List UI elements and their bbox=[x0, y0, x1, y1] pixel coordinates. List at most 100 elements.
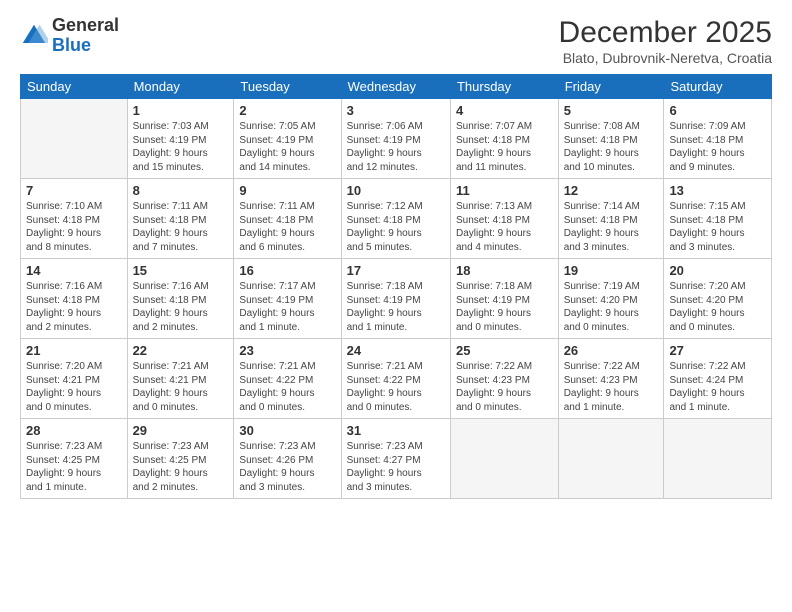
calendar-cell: 16Sunrise: 7:17 AMSunset: 4:19 PMDayligh… bbox=[234, 259, 341, 339]
day-header-monday: Monday bbox=[127, 75, 234, 99]
daylight-text: Daylight: 9 hoursand 3 minutes. bbox=[239, 468, 314, 493]
sunrise-text: Sunrise: 7:20 AM bbox=[26, 361, 102, 372]
sunrise-text: Sunrise: 7:23 AM bbox=[133, 441, 209, 452]
calendar-cell: 11 Sunrise: 7:13 AMSunset: 4:18 PMDayligh… bbox=[450, 179, 558, 259]
day-info: Sunrise: 7:23 AMSunset: 4:26 PMDaylight:… bbox=[239, 440, 335, 494]
sunrise-text: Sunrise: 7:06 AM bbox=[347, 121, 423, 132]
day-number: 28 bbox=[26, 423, 122, 438]
day-number: 12 bbox=[564, 183, 659, 198]
daylight-text: Daylight: 9 hoursand 0 minutes. bbox=[26, 388, 101, 413]
logo: General Blue bbox=[20, 16, 119, 56]
daylight-text: Daylight: 9 hoursand 5 minutes. bbox=[347, 228, 422, 253]
sunrise-text: Sunrise: 7:18 AM bbox=[347, 281, 423, 292]
sunrise-text: Sunrise: 7:12 AM bbox=[347, 201, 423, 212]
sunset-text: Sunset: 4:23 PM bbox=[564, 375, 638, 386]
day-number: 29 bbox=[133, 423, 229, 438]
calendar-cell bbox=[664, 419, 772, 499]
day-info: Sunrise: 7:16 AMSunset: 4:18 PMDaylight:… bbox=[26, 280, 122, 334]
month-title: December 2025 bbox=[559, 16, 772, 50]
daylight-text: Daylight: 9 hoursand 10 minutes. bbox=[564, 148, 639, 173]
sunrise-text: Sunrise: 7:23 AM bbox=[239, 441, 315, 452]
logo-general: General bbox=[52, 16, 119, 36]
sunset-text: Sunset: 4:18 PM bbox=[347, 215, 421, 226]
sunrise-text: Sunrise: 7:22 AM bbox=[456, 361, 532, 372]
calendar-cell: 1Sunrise: 7:03 AMSunset: 4:19 PMDaylight… bbox=[127, 99, 234, 179]
sunrise-text: Sunrise: 7:14 AM bbox=[564, 201, 640, 212]
calendar-body: 1Sunrise: 7:03 AMSunset: 4:19 PMDaylight… bbox=[21, 99, 772, 499]
day-number: 2 bbox=[239, 103, 335, 118]
sunrise-text: Sunrise: 7:11 AM bbox=[133, 201, 208, 212]
sunrise-text: Sunrise: 7:15 AM bbox=[669, 201, 745, 212]
daylight-text: Daylight: 9 hoursand 2 minutes. bbox=[133, 468, 208, 493]
day-number: 21 bbox=[26, 343, 122, 358]
day-header-saturday: Saturday bbox=[664, 75, 772, 99]
day-info: Sunrise: 7:21 AMSunset: 4:22 PMDaylight:… bbox=[239, 360, 335, 414]
calendar-week-2: 14 Sunrise: 7:16 AMSunset: 4:18 PMDayligh… bbox=[21, 259, 772, 339]
calendar-cell: 8Sunrise: 7:11 AMSunset: 4:18 PMDaylight… bbox=[127, 179, 234, 259]
day-info: Sunrise: 7:08 AMSunset: 4:18 PMDaylight:… bbox=[564, 120, 659, 174]
sunrise-text: Sunrise: 7:16 AM bbox=[133, 281, 209, 292]
day-number: 11 bbox=[456, 183, 553, 198]
daylight-text: Daylight: 9 hoursand 0 minutes. bbox=[456, 308, 531, 333]
sunset-text: Sunset: 4:18 PM bbox=[669, 135, 743, 146]
day-info: Sunrise: 7:22 AMSunset: 4:24 PMDaylight:… bbox=[669, 360, 766, 414]
sunset-text: Sunset: 4:19 PM bbox=[347, 135, 421, 146]
day-number: 5 bbox=[564, 103, 659, 118]
sunset-text: Sunset: 4:20 PM bbox=[669, 295, 743, 306]
sunset-text: Sunset: 4:23 PM bbox=[456, 375, 530, 386]
daylight-text: Daylight: 9 hoursand 0 minutes. bbox=[669, 308, 744, 333]
sunrise-text: Sunrise: 7:09 AM bbox=[669, 121, 745, 132]
daylight-text: Daylight: 9 hoursand 2 minutes. bbox=[26, 308, 101, 333]
day-info: Sunrise: 7:13 AMSunset: 4:18 PMDaylight:… bbox=[456, 200, 553, 254]
sunrise-text: Sunrise: 7:21 AM bbox=[133, 361, 209, 372]
daylight-text: Daylight: 9 hoursand 12 minutes. bbox=[347, 148, 422, 173]
sunrise-text: Sunrise: 7:23 AM bbox=[347, 441, 423, 452]
day-number: 30 bbox=[239, 423, 335, 438]
sunrise-text: Sunrise: 7:10 AM bbox=[26, 201, 102, 212]
day-info: Sunrise: 7:21 AMSunset: 4:22 PMDaylight:… bbox=[347, 360, 445, 414]
day-number: 9 bbox=[239, 183, 335, 198]
day-info: Sunrise: 7:23 AMSunset: 4:25 PMDaylight:… bbox=[26, 440, 122, 494]
day-info: Sunrise: 7:20 AMSunset: 4:21 PMDaylight:… bbox=[26, 360, 122, 414]
sunrise-text: Sunrise: 7:05 AM bbox=[239, 121, 315, 132]
day-number: 3 bbox=[347, 103, 445, 118]
calendar-cell: 20Sunrise: 7:20 AMSunset: 4:20 PMDayligh… bbox=[664, 259, 772, 339]
day-number: 1 bbox=[133, 103, 229, 118]
daylight-text: Daylight: 9 hoursand 0 minutes. bbox=[456, 388, 531, 413]
day-info: Sunrise: 7:16 AMSunset: 4:18 PMDaylight:… bbox=[133, 280, 229, 334]
calendar-cell: 17Sunrise: 7:18 AMSunset: 4:19 PMDayligh… bbox=[341, 259, 450, 339]
sunset-text: Sunset: 4:19 PM bbox=[239, 135, 313, 146]
calendar-cell: 2Sunrise: 7:05 AMSunset: 4:19 PMDaylight… bbox=[234, 99, 341, 179]
sunset-text: Sunset: 4:18 PM bbox=[239, 215, 313, 226]
calendar-cell: 6Sunrise: 7:09 AMSunset: 4:18 PMDaylight… bbox=[664, 99, 772, 179]
calendar-cell bbox=[21, 99, 128, 179]
daylight-text: Daylight: 9 hoursand 7 minutes. bbox=[133, 228, 208, 253]
calendar-cell: 26Sunrise: 7:22 AMSunset: 4:23 PMDayligh… bbox=[558, 339, 664, 419]
daylight-text: Daylight: 9 hoursand 1 minute. bbox=[669, 388, 744, 413]
day-number: 14 bbox=[26, 263, 122, 278]
sunset-text: Sunset: 4:18 PM bbox=[564, 135, 638, 146]
day-number: 15 bbox=[133, 263, 229, 278]
day-info: Sunrise: 7:14 AMSunset: 4:18 PMDaylight:… bbox=[564, 200, 659, 254]
calendar-cell: 24Sunrise: 7:21 AMSunset: 4:22 PMDayligh… bbox=[341, 339, 450, 419]
sunrise-text: Sunrise: 7:18 AM bbox=[456, 281, 532, 292]
calendar-cell: 15 Sunrise: 7:16 AMSunset: 4:18 PMDayligh… bbox=[127, 259, 234, 339]
sunset-text: Sunset: 4:18 PM bbox=[133, 215, 207, 226]
day-number: 23 bbox=[239, 343, 335, 358]
calendar-cell: 5 Sunrise: 7:08 AMSunset: 4:18 PMDaylight… bbox=[558, 99, 664, 179]
day-number: 7 bbox=[26, 183, 122, 198]
calendar-cell: 22Sunrise: 7:21 AMSunset: 4:21 PMDayligh… bbox=[127, 339, 234, 419]
calendar-cell: 30 Sunrise: 7:23 AMSunset: 4:26 PMDayligh… bbox=[234, 419, 341, 499]
calendar-cell: 7Sunrise: 7:10 AMSunset: 4:18 PMDaylight… bbox=[21, 179, 128, 259]
daylight-text: Daylight: 9 hoursand 3 minutes. bbox=[564, 228, 639, 253]
sunrise-text: Sunrise: 7:21 AM bbox=[239, 361, 315, 372]
day-info: Sunrise: 7:09 AMSunset: 4:18 PMDaylight:… bbox=[669, 120, 766, 174]
sunrise-text: Sunrise: 7:22 AM bbox=[564, 361, 640, 372]
sunset-text: Sunset: 4:19 PM bbox=[347, 295, 421, 306]
daylight-text: Daylight: 9 hoursand 6 minutes. bbox=[239, 228, 314, 253]
page: General Blue December 2025 Blato, Dubrov… bbox=[0, 0, 792, 612]
calendar-cell: 25Sunrise: 7:22 AMSunset: 4:23 PMDayligh… bbox=[450, 339, 558, 419]
day-info: Sunrise: 7:19 AMSunset: 4:20 PMDaylight:… bbox=[564, 280, 659, 334]
day-header-sunday: Sunday bbox=[21, 75, 128, 99]
daylight-text: Daylight: 9 hoursand 1 minute. bbox=[239, 308, 314, 333]
